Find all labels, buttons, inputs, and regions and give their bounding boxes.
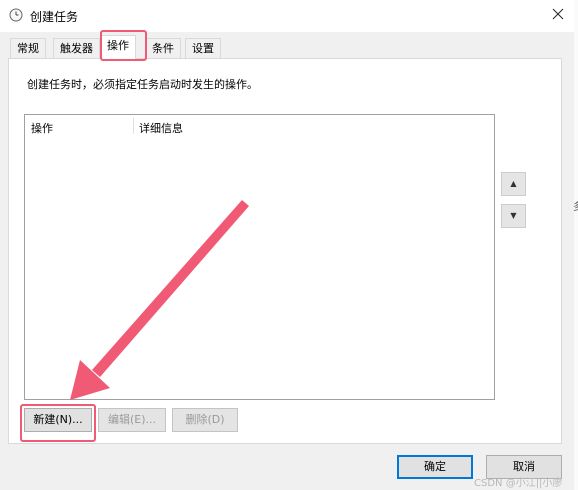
tab-settings[interactable]: 设置	[185, 38, 221, 58]
ok-button[interactable]: 确定	[397, 455, 473, 479]
close-button[interactable]	[538, 0, 578, 28]
tab-triggers[interactable]: 触发器	[53, 38, 100, 58]
new-button[interactable]: 新建(N)...	[24, 408, 92, 432]
window-title: 创建任务	[30, 10, 79, 24]
panel-description: 创建任务时，必须指定任务启动时发生的操作。	[27, 78, 258, 91]
column-header-action[interactable]: 操作	[31, 120, 53, 136]
delete-button[interactable]: 删除(D)	[172, 408, 238, 432]
action-list[interactable]: 操作 详细信息	[24, 114, 495, 400]
tab-actions[interactable]: 操作	[100, 35, 136, 59]
column-divider[interactable]	[133, 118, 134, 134]
tab-conditions[interactable]: 条件	[145, 38, 181, 58]
arrow-up-icon: ▲	[510, 179, 517, 188]
close-icon	[552, 8, 564, 20]
edit-button[interactable]: 编辑(E)...	[98, 408, 166, 432]
tab-general[interactable]: 常规	[10, 38, 46, 58]
clock-icon	[9, 8, 23, 22]
title-bar: 创建任务	[0, 0, 578, 32]
background-window-text: 多	[573, 198, 578, 213]
column-header-details[interactable]: 详细信息	[139, 120, 183, 136]
watermark: CSDN @小江||小廖	[474, 478, 563, 489]
tab-strip: 常规 触发器 操作 条件 设置	[0, 34, 578, 59]
move-up-button[interactable]: ▲	[501, 172, 526, 196]
background-window-edge	[574, 0, 578, 490]
arrow-down-icon: ▼	[510, 211, 517, 220]
move-down-button[interactable]: ▼	[501, 204, 526, 228]
